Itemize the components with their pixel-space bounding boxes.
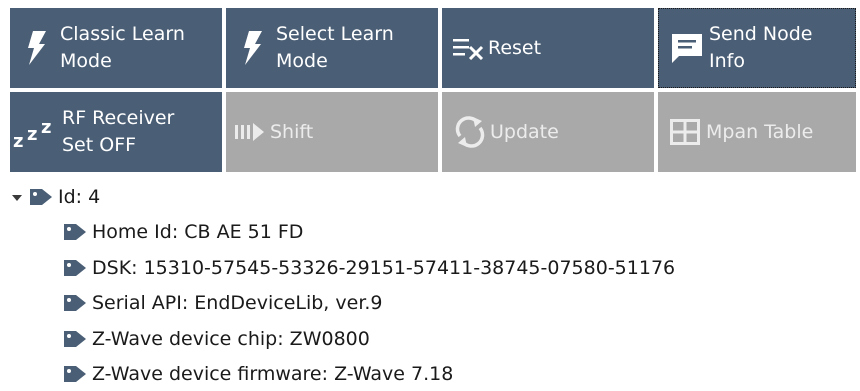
- tree-item-label: DSK: 15310-57545-53326-29151-57411-38745…: [92, 257, 676, 279]
- tree-item-device-chip[interactable]: Z-Wave device chip: ZW0800: [62, 325, 370, 353]
- send-node-info-button[interactable]: Send Node Info: [658, 8, 856, 88]
- reset-label: Reset: [488, 36, 542, 59]
- send-node-info-label: Send Node Info: [709, 23, 813, 72]
- select-learn-mode-button[interactable]: Select Learn Mode: [226, 8, 438, 88]
- update-label: Update: [490, 120, 559, 143]
- classic-learn-mode-button[interactable]: Classic Learn Mode: [10, 8, 222, 88]
- tree-item-label: Z-Wave device firmware: Z-Wave 7.18: [92, 363, 454, 385]
- message-icon: [665, 32, 709, 64]
- svg-text:z: z: [27, 124, 37, 145]
- classic-learn-mode-label: Classic Learn Mode: [60, 23, 185, 72]
- command-toolbar: Classic Learn Mode Select Learn Mode Res…: [0, 0, 860, 180]
- select-learn-mode-label: Select Learn Mode: [276, 23, 394, 72]
- lightning-bolt-icon: [230, 31, 276, 65]
- tag-icon: [62, 258, 88, 278]
- rf-receiver-set-off-label: RF Receiver Set OFF: [62, 107, 175, 156]
- shift-label: Shift: [270, 120, 314, 143]
- clear-list-icon: [448, 36, 488, 60]
- tag-icon: [62, 222, 88, 242]
- tree-item-serial-api[interactable]: Serial API: EndDeviceLib, ver.9: [62, 289, 383, 317]
- tag-icon: [62, 293, 88, 313]
- rf-receiver-set-off-button[interactable]: z z z RF Receiver Set OFF: [10, 92, 222, 172]
- expand-collapse-icon[interactable]: [8, 188, 26, 206]
- svg-text:z: z: [13, 131, 23, 149]
- tree-item-dsk[interactable]: DSK: 15310-57545-53326-29151-57411-38745…: [62, 254, 675, 282]
- reset-button[interactable]: Reset: [442, 8, 654, 88]
- tag-icon: [62, 329, 88, 349]
- tree-item-device-firmware[interactable]: Z-Wave device firmware: Z-Wave 7.18: [62, 360, 453, 388]
- mpan-table-button[interactable]: Mpan Table: [658, 92, 856, 172]
- svg-text:z: z: [41, 117, 51, 138]
- node-info-tree: Id: 4 Home Id: CB AE 51 FD DSK: 15310-57…: [0, 180, 860, 391]
- table-icon: [664, 119, 706, 145]
- refresh-icon: [450, 116, 490, 148]
- tree-item-label: Serial API: EndDeviceLib, ver.9: [92, 292, 383, 314]
- tree-root-label: Id: 4: [58, 186, 101, 208]
- tree-item-label: Z-Wave device chip: ZW0800: [92, 328, 370, 350]
- tag-icon: [62, 364, 88, 384]
- tag-icon: [28, 187, 54, 207]
- tree-item-label: Home Id: CB AE 51 FD: [92, 221, 304, 243]
- update-button[interactable]: Update: [442, 92, 654, 172]
- shift-arrow-icon: [230, 122, 270, 142]
- shift-button[interactable]: Shift: [226, 92, 438, 172]
- tree-item-home-id[interactable]: Home Id: CB AE 51 FD: [62, 218, 303, 246]
- sleep-zzz-icon: z z z: [10, 115, 62, 149]
- tree-root-item[interactable]: Id: 4: [8, 183, 100, 211]
- mpan-table-label: Mpan Table: [706, 120, 814, 143]
- lightning-bolt-icon: [14, 31, 60, 65]
